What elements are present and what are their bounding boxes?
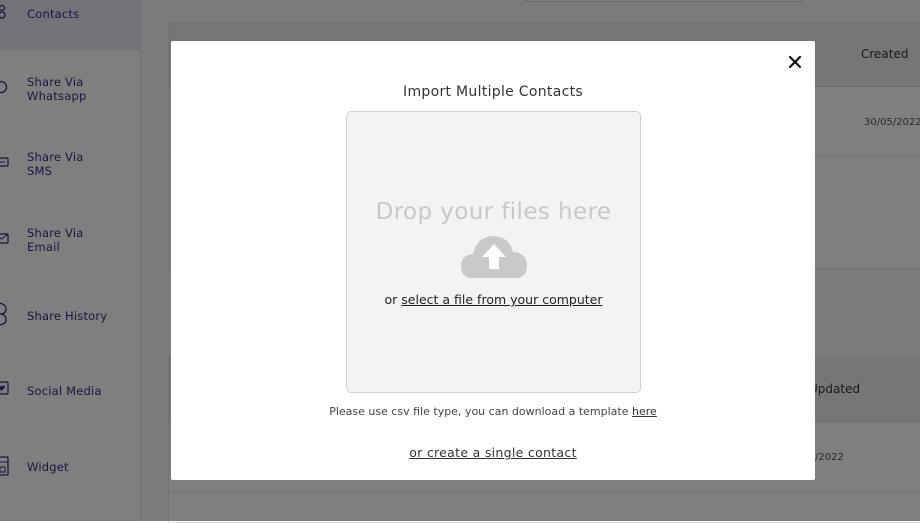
modal-title: Import Multiple Contacts: [403, 84, 583, 100]
single-contact-line: or create a single contact: [171, 445, 815, 460]
select-file-link[interactable]: select a file from your computer: [401, 292, 602, 307]
dropzone-text: Drop your files here: [375, 199, 612, 225]
select-prefix: or: [384, 292, 398, 307]
file-dropzone[interactable]: Drop your files here or select a file fr…: [346, 111, 641, 393]
import-contacts-modal: Import Multiple Contacts Drop your files…: [171, 41, 815, 480]
csv-hint: Please use csv file type, you can downlo…: [171, 405, 815, 418]
cloud-upload-icon: [461, 236, 527, 278]
hint-text: Please use csv file type, you can downlo…: [329, 405, 629, 418]
select-file-line: or select a file from your computer: [347, 292, 640, 307]
template-download-link[interactable]: here: [632, 405, 657, 418]
close-button[interactable]: [785, 52, 805, 72]
create-single-contact-link[interactable]: or create a single contact: [409, 445, 577, 460]
close-icon: [788, 55, 802, 69]
